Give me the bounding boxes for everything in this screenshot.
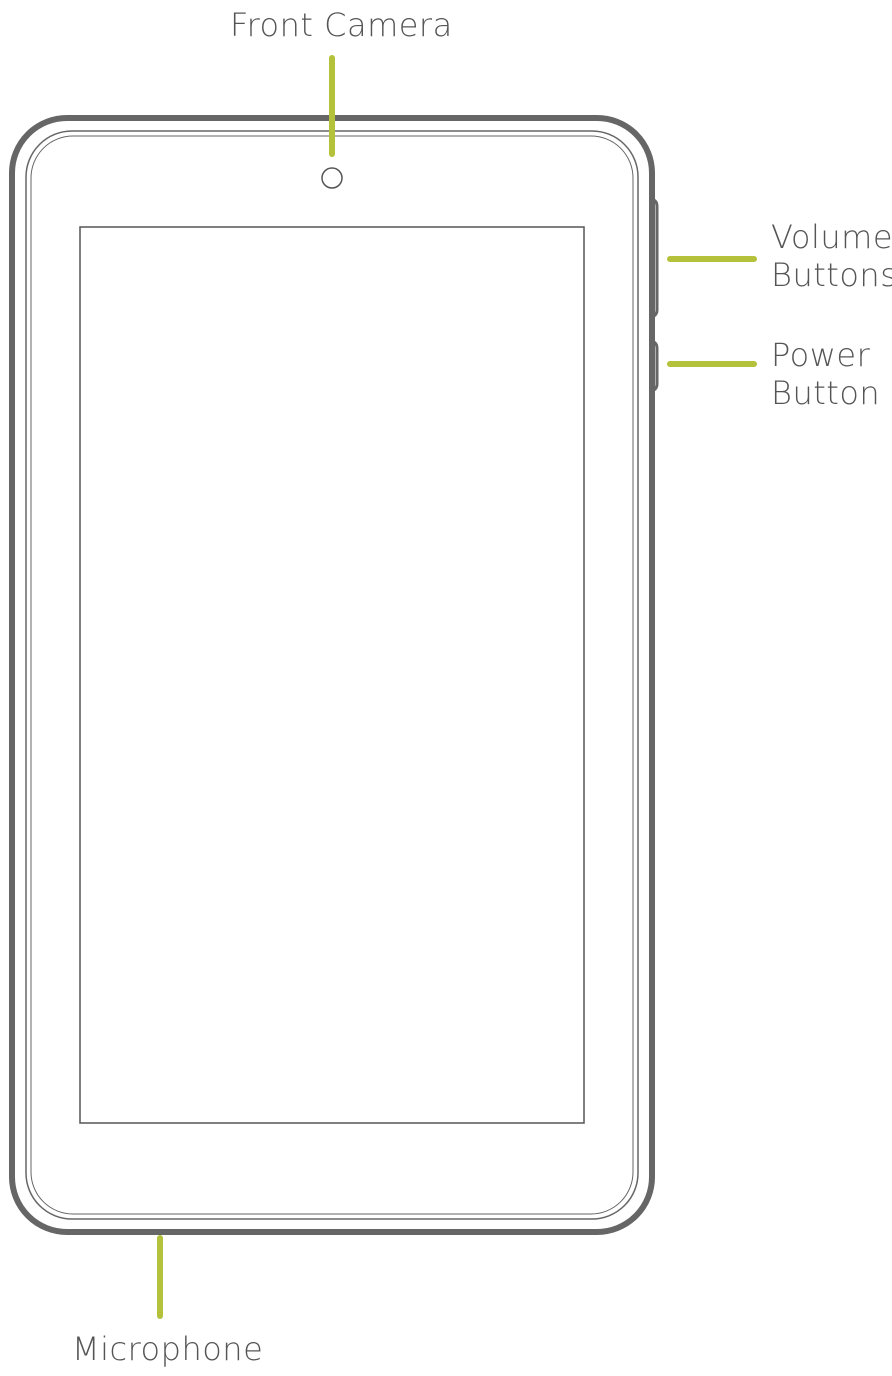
- power-button-label: Power Button: [771, 336, 880, 412]
- device-bezel-outer-line: [25, 130, 639, 1220]
- front-camera-label: Front Camera: [230, 6, 453, 44]
- tablet-diagram: [9, 55, 757, 1319]
- volume-buttons-label: Volume Buttons: [771, 218, 892, 294]
- device-outer-frame: [9, 115, 655, 1235]
- microphone-label-text: Microphone: [72, 1330, 264, 1368]
- microphone-label: Microphone: [72, 1330, 263, 1368]
- front-camera-label-text: Front Camera: [230, 6, 453, 44]
- power-label-line2: Button: [771, 374, 881, 412]
- front-camera-icon: [321, 167, 343, 189]
- device-bezel-inner-line: [30, 135, 634, 1215]
- volume-label-line1: Volume: [771, 218, 892, 256]
- power-label-line1: Power: [771, 336, 871, 374]
- volume-label-line2: Buttons: [771, 256, 892, 294]
- screen: [79, 226, 585, 1124]
